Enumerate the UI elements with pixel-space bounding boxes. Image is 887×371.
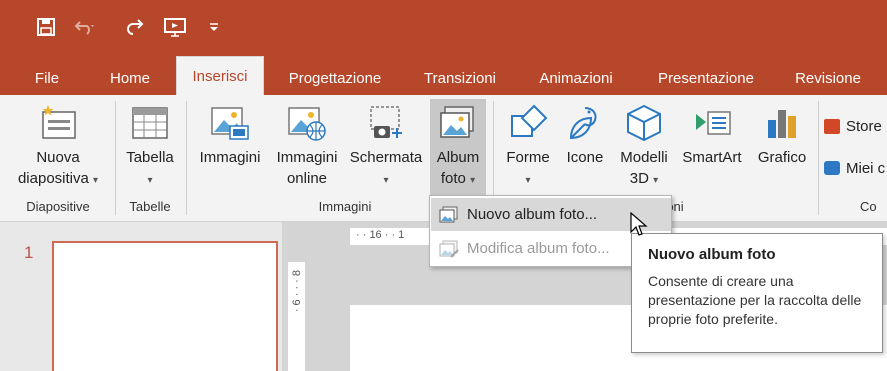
online-pictures-label-1: Immagini bbox=[276, 149, 338, 166]
title-bar bbox=[0, 0, 887, 54]
store-label: Store bbox=[846, 117, 882, 135]
group-divider bbox=[818, 101, 819, 215]
my-addins-button[interactable]: Miei c bbox=[824, 157, 885, 179]
photo-album-label-1: Album bbox=[436, 149, 480, 166]
start-from-beginning-icon[interactable] bbox=[160, 13, 190, 41]
pictures-label: Immagini bbox=[199, 149, 261, 166]
3d-models-icon bbox=[622, 99, 666, 147]
icons-button[interactable]: Icone bbox=[560, 99, 610, 168]
tab-revisione[interactable]: Revisione bbox=[782, 62, 874, 95]
group-divider bbox=[115, 101, 116, 215]
table-button[interactable]: Tabella ▾ bbox=[120, 99, 180, 191]
new-slide-label-2: diapositiva bbox=[17, 170, 89, 187]
table-icon bbox=[128, 99, 172, 147]
edit-photo-album-label: Modifica album foto... bbox=[467, 240, 610, 257]
chart-button[interactable]: Grafico bbox=[750, 99, 814, 168]
ribbon-tab-bar: File Home Inserisci Progettazione Transi… bbox=[0, 54, 887, 95]
shapes-label: Forme bbox=[506, 149, 550, 166]
vertical-ruler-marks: · 6 · · · 8 bbox=[291, 270, 303, 313]
screenshot-button[interactable]: Schermata ▾ bbox=[346, 99, 426, 191]
icons-label: Icone bbox=[566, 149, 604, 166]
photo-album-button[interactable]: Album foto ▾ bbox=[430, 99, 486, 199]
3d-models-button[interactable]: Modelli 3D ▾ bbox=[614, 99, 674, 191]
pictures-button[interactable]: Immagini bbox=[193, 99, 267, 168]
chevron-down-icon: ▾ bbox=[653, 175, 659, 186]
shapes-icon bbox=[506, 99, 550, 147]
tooltip-body: Consente di creare una presentazione per… bbox=[648, 273, 862, 327]
tooltip: Nuovo album foto Consente di creare una … bbox=[631, 233, 883, 353]
vertical-ruler: · 6 · · · 8 bbox=[288, 262, 305, 371]
smartart-button[interactable]: SmartArt bbox=[676, 99, 748, 168]
redo-icon[interactable] bbox=[122, 13, 148, 41]
table-label: Tabella bbox=[126, 149, 174, 166]
tab-progettazione[interactable]: Progettazione bbox=[276, 62, 394, 95]
store-icon bbox=[824, 118, 840, 134]
my-addins-label: Miei c bbox=[846, 159, 886, 177]
group-label-tabelle: Tabelle bbox=[129, 199, 171, 214]
save-icon[interactable] bbox=[32, 13, 60, 41]
chart-icon bbox=[760, 99, 804, 147]
screenshot-label: Schermata bbox=[349, 149, 423, 166]
undo-icon[interactable] bbox=[70, 13, 100, 41]
group-label-componenti: Co bbox=[860, 199, 877, 214]
chevron-down-icon: ▾ bbox=[93, 175, 99, 186]
chevron-down-icon: ▾ bbox=[147, 175, 153, 186]
screenshot-icon bbox=[364, 99, 408, 147]
tab-transizioni[interactable]: Transizioni bbox=[412, 62, 508, 95]
online-pictures-button[interactable]: Immagini online bbox=[270, 99, 344, 189]
new-slide-icon bbox=[36, 99, 80, 147]
icons-icon bbox=[563, 99, 607, 147]
3d-models-label-1: Modelli bbox=[620, 149, 668, 166]
online-pictures-icon bbox=[285, 99, 329, 147]
slide-number: 1 bbox=[24, 243, 34, 262]
3d-models-label-2: 3D bbox=[629, 170, 649, 187]
horizontal-ruler-marks: · · 16 · · 1 bbox=[356, 229, 405, 241]
slide-thumbnail[interactable] bbox=[52, 241, 278, 371]
chevron-down-icon: ▾ bbox=[525, 175, 531, 186]
chevron-down-icon: ▾ bbox=[470, 175, 476, 186]
tab-file[interactable]: File bbox=[24, 62, 70, 95]
new-photo-album-label: Nuovo album foto... bbox=[467, 206, 598, 223]
pictures-icon bbox=[208, 99, 252, 147]
tab-presentazione[interactable]: Presentazione bbox=[644, 62, 768, 95]
store-button[interactable]: Store bbox=[824, 115, 882, 137]
new-slide-label-1: Nuova bbox=[36, 149, 80, 166]
my-addins-icon bbox=[824, 161, 840, 175]
online-pictures-label-2: online bbox=[286, 170, 328, 187]
tooltip-title: Nuovo album foto bbox=[648, 246, 776, 263]
shapes-button[interactable]: Forme ▾ bbox=[500, 99, 556, 191]
new-slide-button[interactable]: Nuova diapositiva ▾ bbox=[10, 99, 106, 191]
smartart-icon bbox=[690, 99, 734, 147]
photo-album-icon bbox=[436, 99, 480, 147]
edit-album-icon bbox=[431, 240, 467, 258]
tab-animazioni[interactable]: Animazioni bbox=[526, 62, 626, 95]
photo-album-label-2: foto bbox=[440, 170, 466, 187]
smartart-label: SmartArt bbox=[682, 149, 742, 166]
tab-inserisci[interactable]: Inserisci bbox=[176, 56, 264, 95]
group-divider bbox=[186, 101, 187, 215]
mouse-pointer-icon bbox=[630, 211, 648, 243]
customize-quick-access-icon[interactable] bbox=[204, 13, 224, 41]
group-label-diapositive: Diapositive bbox=[26, 199, 90, 214]
tab-home[interactable]: Home bbox=[98, 62, 162, 95]
chart-label: Grafico bbox=[757, 149, 807, 166]
new-album-icon bbox=[431, 206, 467, 224]
chevron-down-icon: ▾ bbox=[383, 175, 389, 186]
